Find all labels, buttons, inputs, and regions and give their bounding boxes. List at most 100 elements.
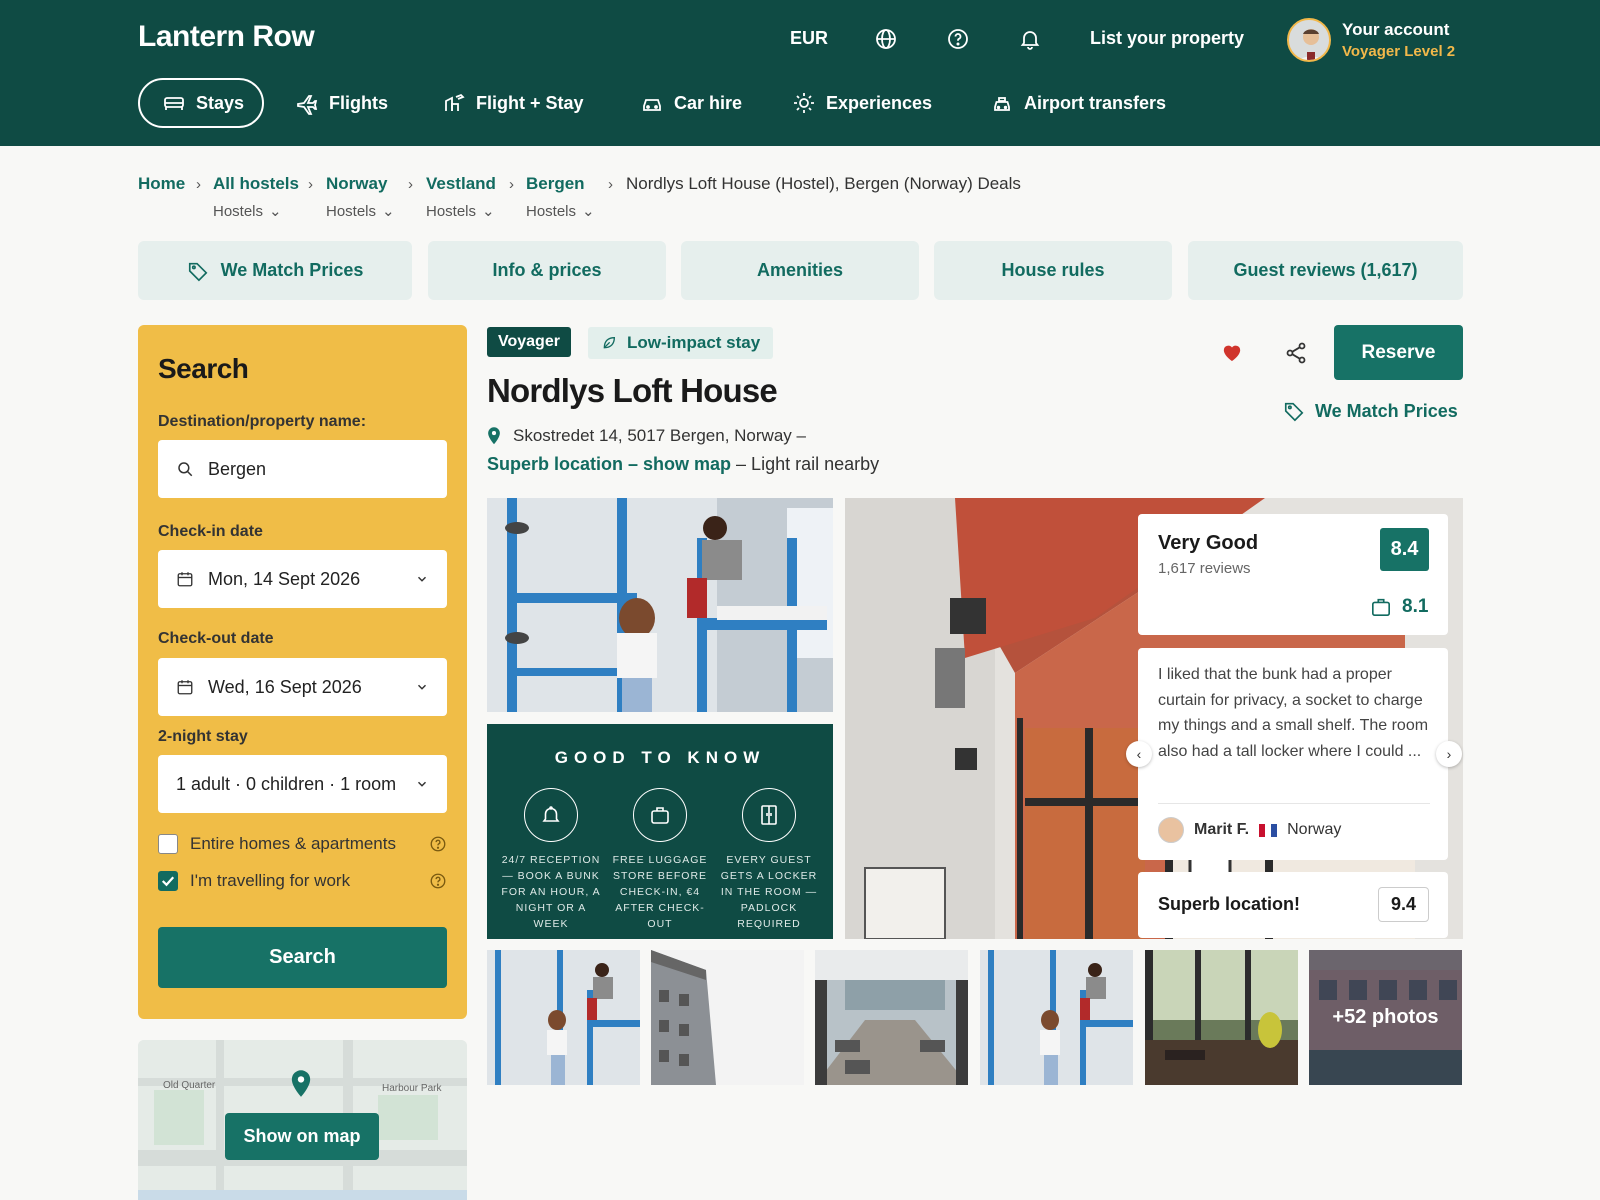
rating-card[interactable]: Very Good 1,617 reviews 8.4 8.1 xyxy=(1138,514,1448,635)
tab-label: Guest reviews (1,617) xyxy=(1233,260,1418,280)
nav-label: Flight + Stay xyxy=(476,92,584,113)
currency-selector[interactable]: EUR xyxy=(790,28,828,49)
breadcrumb-separator: › xyxy=(196,176,201,193)
tab-info-prices[interactable]: Info & prices xyxy=(428,241,666,300)
nav-flights[interactable]: Flights xyxy=(273,78,410,128)
review-prev-button[interactable]: ‹ xyxy=(1126,741,1152,767)
rating-score: 8.4 xyxy=(1380,528,1429,571)
account-name[interactable]: Your account xyxy=(1342,20,1449,40)
tab-label: Info & prices xyxy=(492,260,602,280)
nav-label: Stays xyxy=(196,92,245,113)
help-icon[interactable] xyxy=(429,872,447,890)
guests-select[interactable]: 1 adult · 0 children · 1 room xyxy=(158,755,447,813)
destination-value: Bergen xyxy=(208,458,267,479)
list-property-link[interactable]: List your property xyxy=(1090,28,1244,49)
globe-icon[interactable] xyxy=(874,27,898,51)
chevron-down-icon xyxy=(415,680,429,694)
show-on-map-button[interactable]: Show on map xyxy=(225,1113,379,1160)
sun-icon xyxy=(792,91,816,115)
destination-input[interactable]: Bergen xyxy=(158,440,447,498)
chevron-down-icon: ⌄ xyxy=(382,203,395,220)
review-divider xyxy=(1158,803,1430,804)
guests-value: 1 adult · 0 children · 1 room xyxy=(176,773,397,794)
we-match-prices-link[interactable]: We Match Prices xyxy=(1283,400,1458,422)
chevron-down-icon: ⌄ xyxy=(269,203,282,220)
value-score: 8.1 xyxy=(1370,596,1428,618)
price-tag-icon xyxy=(187,260,209,282)
nav-airport-transfers[interactable]: Airport transfers xyxy=(968,78,1188,128)
breadcrumb-home[interactable]: Home xyxy=(138,174,185,194)
entire-homes-option[interactable]: Entire homes & apartments xyxy=(158,834,447,854)
help-icon[interactable] xyxy=(946,27,970,51)
bed-icon xyxy=(162,91,186,115)
breadcrumb-all-hostels[interactable]: All hostels xyxy=(213,174,299,194)
map-pin-icon xyxy=(487,427,501,445)
reviewer-country: Norway xyxy=(1287,821,1342,838)
good-to-know-item: Every guest gets a locker in the room — … xyxy=(715,788,823,932)
photo-dorm-room[interactable] xyxy=(487,498,833,712)
nav-label: Car hire xyxy=(674,92,743,113)
breadcrumb-sub-dropdown[interactable]: Hostels ⌄ xyxy=(426,202,495,221)
breadcrumb-sub-dropdown[interactable]: Hostels ⌄ xyxy=(326,202,395,221)
reviewer-avatar xyxy=(1158,817,1184,843)
reviewer: Marit F. Norway xyxy=(1158,817,1341,843)
entire-homes-checkbox[interactable] xyxy=(158,834,178,854)
thumbnail-photo[interactable] xyxy=(651,950,804,1085)
car-icon xyxy=(640,91,664,115)
work-travel-checkbox[interactable] xyxy=(158,871,178,891)
help-icon[interactable] xyxy=(429,835,447,853)
good-to-know-item: 24/7 reception — book a bunk for an hour… xyxy=(497,788,605,932)
nav-stays[interactable]: Stays xyxy=(138,78,264,128)
thumbnail-photo[interactable] xyxy=(815,950,968,1085)
good-to-know-item: Free luggage store before check-in, €4 a… xyxy=(606,788,714,932)
map-pin-icon xyxy=(290,1070,312,1098)
breadcrumb-sub-dropdown[interactable]: Hostels ⌄ xyxy=(213,202,282,221)
eco-badge-label: Low-impact stay xyxy=(627,333,761,352)
breadcrumb-sub-label: Hostels xyxy=(213,202,264,220)
bell-icon[interactable] xyxy=(1018,27,1042,51)
tab-we-match-prices[interactable]: We Match Prices xyxy=(138,241,412,300)
chevron-down-icon xyxy=(415,572,429,586)
breadcrumb-bergen[interactable]: Bergen xyxy=(526,174,585,194)
avatar[interactable] xyxy=(1287,18,1331,62)
heart-icon[interactable] xyxy=(1221,342,1243,362)
map-label-right: Harbour Park xyxy=(382,1083,442,1094)
location-score-card[interactable]: Superb location! 9.4 xyxy=(1138,872,1448,938)
nav-car-hire[interactable]: Car hire xyxy=(618,78,764,128)
thumbnail-more-photos[interactable]: +52 photos xyxy=(1309,950,1462,1085)
tab-amenities[interactable]: Amenities xyxy=(681,241,919,300)
map-preview[interactable]: Old Quarter Harbour Park Show on map xyxy=(138,1040,467,1200)
reserve-button[interactable]: Reserve xyxy=(1334,325,1463,380)
breadcrumb-vestland[interactable]: Vestland xyxy=(426,174,496,194)
logo[interactable]: Lantern Row xyxy=(138,20,315,54)
property-address: Skostredet 14, 5017 Bergen, Norway – xyxy=(487,426,806,446)
checkin-date-select[interactable]: Mon, 14 Sept 2026 xyxy=(158,550,447,608)
location-line: Superb location – show map – Light rail … xyxy=(487,454,879,475)
location-score-label: Superb location! xyxy=(1158,894,1301,914)
share-icon[interactable] xyxy=(1284,341,1308,365)
search-button[interactable]: Search xyxy=(158,927,447,988)
good-to-know-text: Free luggage store before check-in, €4 a… xyxy=(612,854,708,930)
leaf-icon xyxy=(601,335,617,351)
good-to-know-text: 24/7 reception — book a bunk for an hour… xyxy=(501,854,601,930)
show-map-link[interactable]: Superb location – show map xyxy=(487,454,731,474)
breadcrumb-norway[interactable]: Norway xyxy=(326,174,387,194)
breadcrumb-sub-label: Hostels xyxy=(326,202,377,220)
thumbnail-photo[interactable] xyxy=(487,950,640,1085)
top-header: Lantern Row EUR List your property Your … xyxy=(0,0,1600,146)
thumbnail-photo[interactable] xyxy=(980,950,1133,1085)
bell-icon xyxy=(524,788,578,842)
tab-guest-reviews[interactable]: Guest reviews (1,617) xyxy=(1188,241,1463,300)
breadcrumb-sub-dropdown[interactable]: Hostels ⌄ xyxy=(526,202,595,221)
search-icon xyxy=(176,460,194,478)
checkout-date-select[interactable]: Wed, 16 Sept 2026 xyxy=(158,658,447,716)
thumbnail-photo[interactable] xyxy=(1145,950,1298,1085)
nav-experiences[interactable]: Experiences xyxy=(770,78,954,128)
nav-flight-stay[interactable]: Flight + Stay xyxy=(420,78,606,128)
review-next-button[interactable]: › xyxy=(1436,741,1462,767)
tab-label: We Match Prices xyxy=(220,260,364,280)
chevron-down-icon xyxy=(415,777,429,791)
search-title: Search xyxy=(158,353,249,384)
work-travel-option[interactable]: I'm travelling for work xyxy=(158,871,447,891)
tab-house-rules[interactable]: House rules xyxy=(934,241,1172,300)
